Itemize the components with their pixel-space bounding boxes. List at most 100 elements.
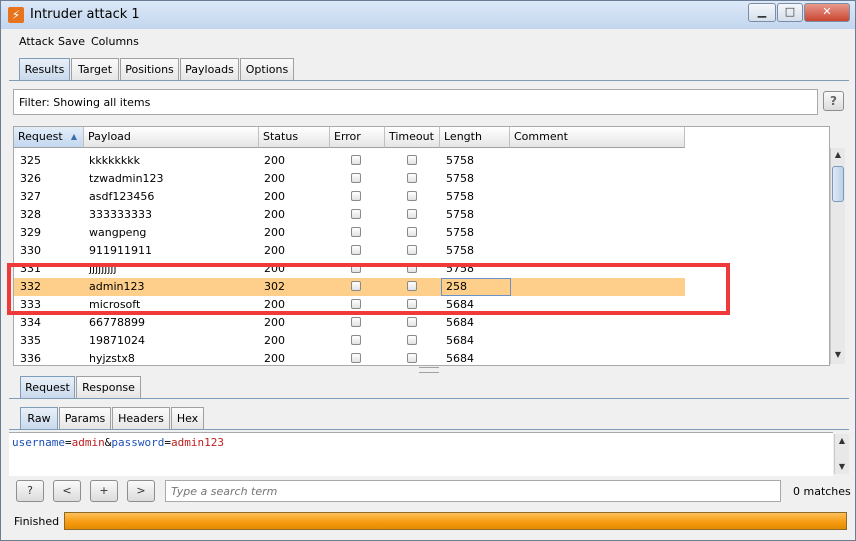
cell-payload: tzwadmin123 bbox=[89, 172, 164, 185]
editor-scroll-down-icon[interactable]: ▼ bbox=[835, 460, 849, 474]
timeout-checkbox[interactable] bbox=[407, 227, 417, 237]
timeout-checkbox[interactable] bbox=[407, 317, 417, 327]
burp-logo-icon: ⚡ bbox=[8, 7, 24, 23]
menu-attack[interactable]: Attack bbox=[19, 35, 54, 48]
error-checkbox[interactable] bbox=[351, 173, 361, 183]
tab-response[interactable]: Response bbox=[76, 376, 141, 398]
cell-length: 5758 bbox=[446, 154, 474, 167]
filter-bar[interactable]: Filter: Showing all items bbox=[13, 89, 818, 115]
column-header-request[interactable]: Request ▲ bbox=[14, 127, 84, 148]
tab-hex[interactable]: Hex bbox=[171, 407, 204, 429]
cell-payload: 911911911 bbox=[89, 244, 152, 257]
scroll-thumb[interactable] bbox=[832, 166, 844, 202]
pane-splitter[interactable] bbox=[419, 367, 439, 373]
column-label-request: Request bbox=[18, 130, 63, 143]
cell-status: 200 bbox=[264, 316, 285, 329]
cell-request: 326 bbox=[20, 172, 41, 185]
tab-options[interactable]: Options bbox=[240, 58, 294, 80]
table-row[interactable]: 334 66778899 200 5684 bbox=[14, 314, 685, 332]
editor-scroll-up-icon[interactable]: ▲ bbox=[835, 434, 849, 448]
timeout-checkbox[interactable] bbox=[407, 173, 417, 183]
error-checkbox[interactable] bbox=[351, 191, 361, 201]
column-header-timeout[interactable]: Timeout bbox=[385, 127, 440, 148]
error-checkbox[interactable] bbox=[351, 227, 361, 237]
timeout-checkbox[interactable] bbox=[407, 155, 417, 165]
cell-payload: 333333333 bbox=[89, 208, 152, 221]
progress-bar bbox=[64, 512, 847, 530]
view-tab-divider bbox=[9, 429, 849, 430]
cell-payload: wangpeng bbox=[89, 226, 147, 239]
maximize-icon[interactable]: □ bbox=[777, 3, 803, 22]
search-help-button[interactable]: ? bbox=[16, 480, 44, 502]
tab-params[interactable]: Params bbox=[59, 407, 111, 429]
sort-ascending-icon: ▲ bbox=[70, 132, 77, 141]
timeout-checkbox[interactable] bbox=[407, 353, 417, 363]
timeout-checkbox[interactable] bbox=[407, 335, 417, 345]
tab-request[interactable]: Request bbox=[20, 376, 75, 398]
request-editor[interactable]: username=admin&password=admin123 bbox=[9, 432, 833, 476]
cell-length: 5758 bbox=[446, 172, 474, 185]
column-header-error[interactable]: Error bbox=[330, 127, 385, 148]
search-input[interactable] bbox=[165, 480, 781, 502]
column-header-length[interactable]: Length bbox=[440, 127, 510, 148]
results-table: Request ▲ Payload Status Error Timeout L… bbox=[13, 126, 830, 366]
param-key-password: password bbox=[111, 436, 165, 449]
tab-payloads[interactable]: Payloads bbox=[180, 58, 239, 80]
status-text: Finished bbox=[14, 515, 60, 528]
table-row[interactable]: 330 911911911 200 5758 bbox=[14, 242, 685, 260]
scroll-up-icon[interactable]: ▲ bbox=[831, 148, 845, 162]
tab-target[interactable]: Target bbox=[71, 58, 119, 80]
cell-payload: 66778899 bbox=[89, 316, 145, 329]
filter-help-button[interactable]: ? bbox=[823, 91, 844, 111]
table-row[interactable]: 325 kkkkkkkk 200 5758 bbox=[14, 152, 685, 170]
error-checkbox[interactable] bbox=[351, 245, 361, 255]
timeout-checkbox[interactable] bbox=[407, 245, 417, 255]
cell-request: 327 bbox=[20, 190, 41, 203]
timeout-checkbox[interactable] bbox=[407, 191, 417, 201]
search-add-button[interactable]: + bbox=[90, 480, 118, 502]
tab-raw[interactable]: Raw bbox=[20, 407, 58, 429]
tab-results[interactable]: Results bbox=[19, 58, 70, 80]
scroll-down-icon[interactable]: ▼ bbox=[831, 348, 845, 362]
search-next-button[interactable]: > bbox=[127, 480, 155, 502]
timeout-checkbox[interactable] bbox=[407, 209, 417, 219]
cell-status: 200 bbox=[264, 190, 285, 203]
minimize-icon[interactable]: ▁ bbox=[748, 3, 776, 22]
tab-positions[interactable]: Positions bbox=[120, 58, 179, 80]
cell-payload: 19871024 bbox=[89, 334, 145, 347]
column-header-payload[interactable]: Payload bbox=[84, 127, 259, 148]
error-checkbox[interactable] bbox=[351, 317, 361, 327]
cell-request: 329 bbox=[20, 226, 41, 239]
error-checkbox[interactable] bbox=[351, 353, 361, 363]
progress-fill bbox=[65, 513, 846, 529]
menu-bar: Attack Save Columns bbox=[9, 31, 849, 53]
error-checkbox[interactable] bbox=[351, 335, 361, 345]
table-row[interactable]: 328 333333333 200 5758 bbox=[14, 206, 685, 224]
table-row[interactable]: 336 hyjzstx8 200 5684 bbox=[14, 350, 685, 365]
match-count: 0 matches bbox=[793, 485, 851, 498]
editor-scrollbar[interactable]: ▲ ▼ bbox=[834, 434, 849, 474]
menu-save[interactable]: Save bbox=[58, 35, 85, 48]
cell-request: 330 bbox=[20, 244, 41, 257]
table-row[interactable]: 335 19871024 200 5684 bbox=[14, 332, 685, 350]
highlight-annotation bbox=[7, 263, 730, 315]
close-icon[interactable]: ✕ bbox=[804, 3, 850, 22]
menu-columns[interactable]: Columns bbox=[91, 35, 139, 48]
results-scrollbar[interactable]: ▲ ▼ bbox=[830, 148, 845, 364]
cell-payload: asdf123456 bbox=[89, 190, 155, 203]
cell-request: 334 bbox=[20, 316, 41, 329]
param-equals: = bbox=[64, 436, 72, 449]
table-row[interactable]: 326 tzwadmin123 200 5758 bbox=[14, 170, 685, 188]
tab-headers[interactable]: Headers bbox=[112, 407, 170, 429]
cell-request: 336 bbox=[20, 352, 41, 365]
search-previous-button[interactable]: < bbox=[53, 480, 81, 502]
table-row[interactable]: 327 asdf123456 200 5758 bbox=[14, 188, 685, 206]
column-header-status[interactable]: Status bbox=[259, 127, 330, 148]
filter-text: Filter: Showing all items bbox=[19, 96, 151, 109]
title-bar: ⚡ Intruder attack 1 ▁ □ ✕ bbox=[1, 1, 855, 29]
table-row[interactable]: 329 wangpeng 200 5758 bbox=[14, 224, 685, 242]
error-checkbox[interactable] bbox=[351, 209, 361, 219]
column-header-comment[interactable]: Comment bbox=[510, 127, 685, 148]
error-checkbox[interactable] bbox=[351, 155, 361, 165]
intruder-window: ⚡ Intruder attack 1 ▁ □ ✕ Attack Save Co… bbox=[0, 0, 856, 541]
